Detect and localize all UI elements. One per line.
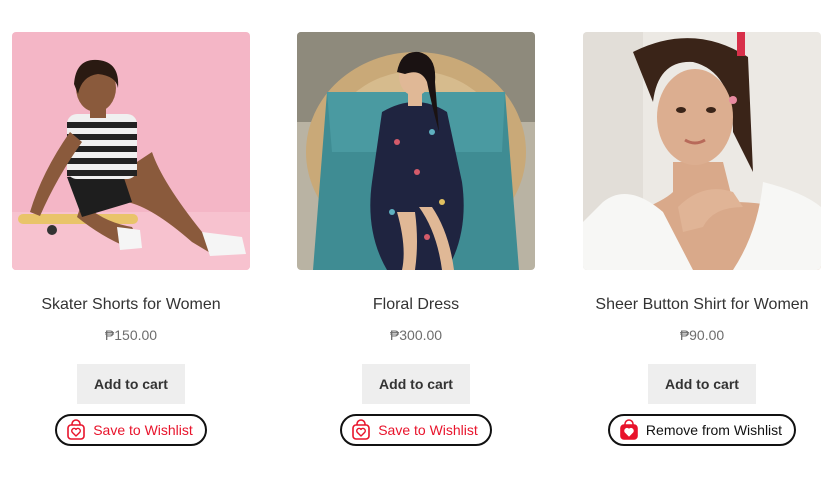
product-image-sheer-button-shirt[interactable] (583, 32, 821, 270)
add-to-cart-button[interactable]: Add to cart (77, 364, 185, 404)
wishlist-label: Remove from Wishlist (645, 422, 783, 438)
remove-from-wishlist-button[interactable]: Remove from Wishlist (607, 414, 797, 446)
product-price: ₱150.00 (104, 327, 158, 343)
product-price: ₱90.00 (679, 327, 725, 343)
heart-bag-outline-icon (65, 419, 87, 441)
product-title[interactable]: Sheer Button Shirt for Women (583, 295, 821, 315)
product-card: Sheer Button Shirt for Women ₱90.00 Add … (583, 32, 821, 446)
add-to-cart-button[interactable]: Add to cart (362, 364, 470, 404)
product-image-skater-shorts[interactable] (12, 32, 250, 270)
heart-bag-outline-icon (350, 419, 372, 441)
product-title[interactable]: Floral Dress (297, 295, 535, 315)
product-title[interactable]: Skater Shorts for Women (12, 295, 250, 315)
save-to-wishlist-button[interactable]: Save to Wishlist (340, 414, 492, 446)
product-card: Floral Dress ₱300.00 Add to cart Save to… (297, 32, 535, 446)
product-grid: Skater Shorts for Women ₱150.00 Add to c… (0, 0, 834, 480)
heart-bag-filled-icon (618, 419, 640, 441)
product-price: ₱300.00 (389, 327, 443, 343)
add-to-cart-button[interactable]: Add to cart (648, 364, 756, 404)
product-card: Skater Shorts for Women ₱150.00 Add to c… (12, 32, 250, 446)
wishlist-label: Save to Wishlist (93, 422, 193, 438)
save-to-wishlist-button[interactable]: Save to Wishlist (55, 414, 207, 446)
wishlist-label: Save to Wishlist (378, 422, 478, 438)
product-image-floral-dress[interactable] (297, 32, 535, 270)
